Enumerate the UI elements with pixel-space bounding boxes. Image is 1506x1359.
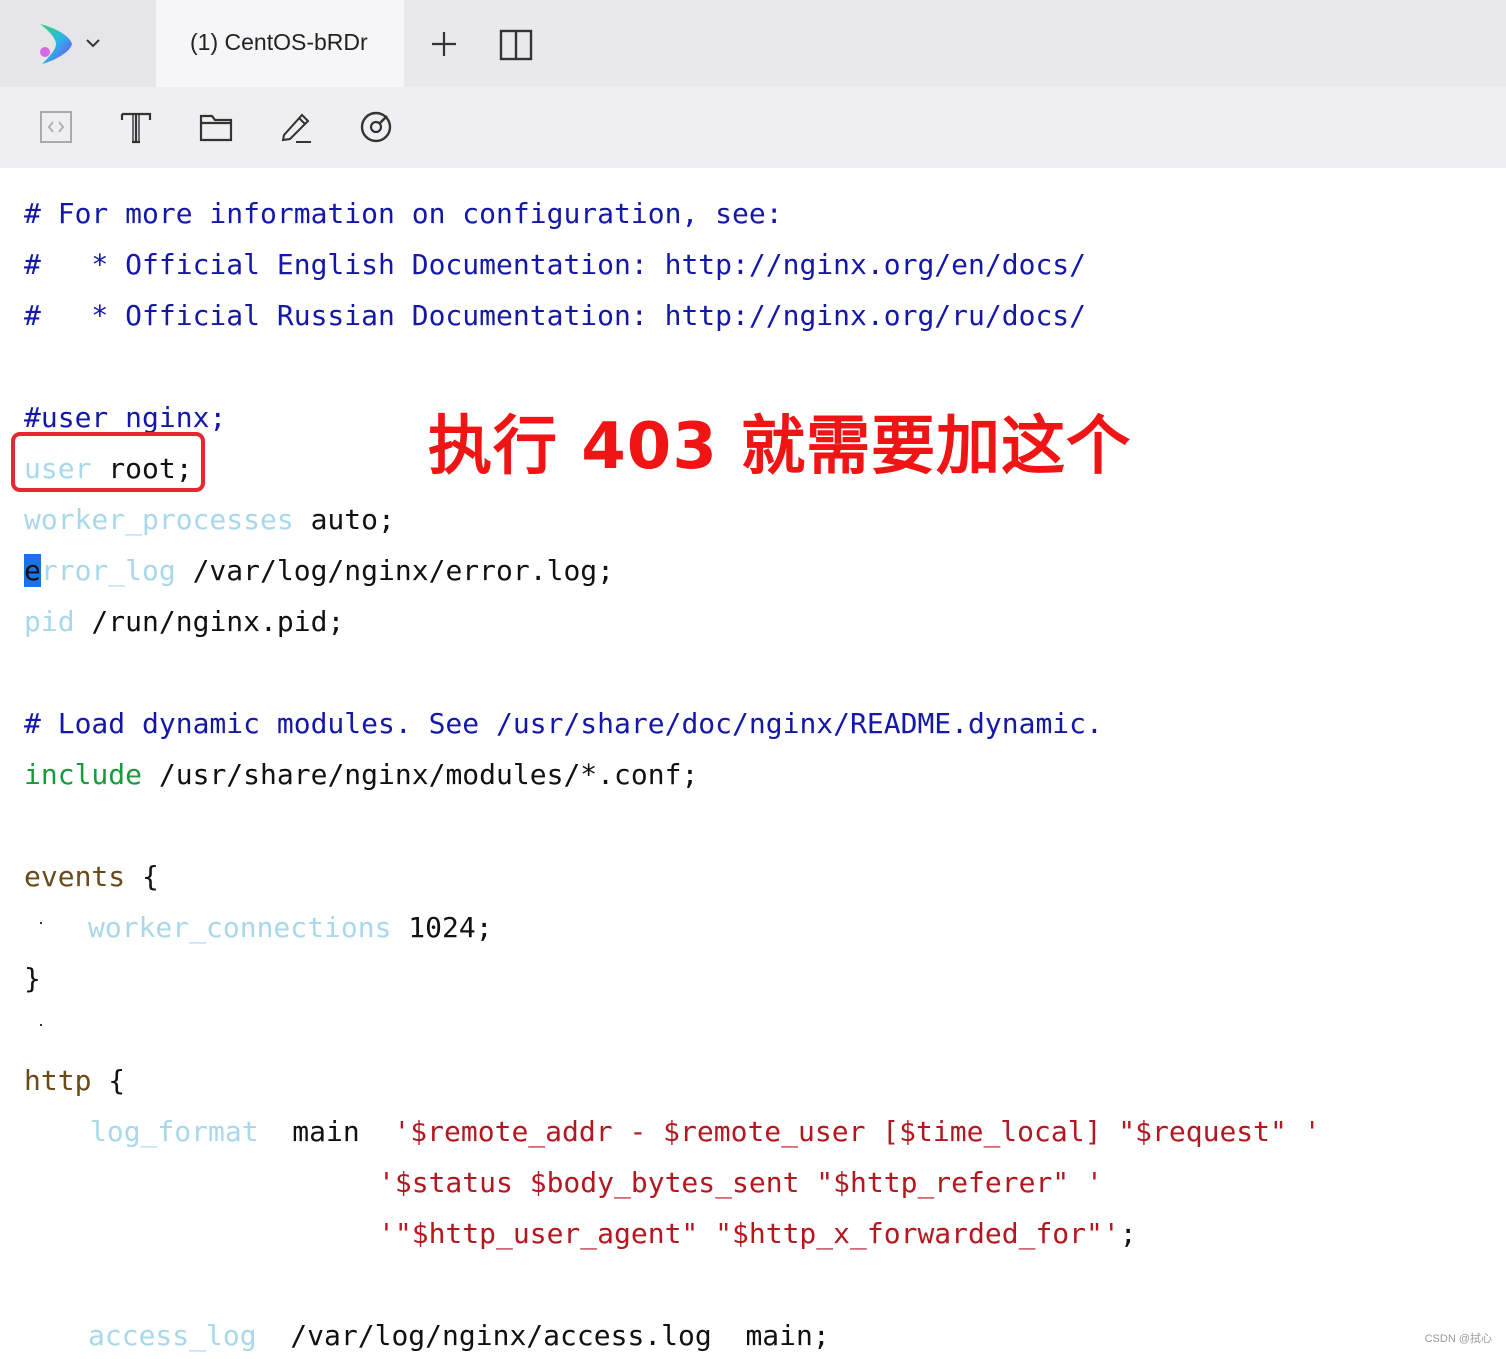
split-view-icon[interactable] [498, 28, 534, 62]
chevron-down-icon [86, 39, 100, 48]
folder-icon[interactable] [198, 109, 234, 145]
whitespace-marker [40, 922, 42, 924]
code-icon[interactable] [38, 109, 74, 145]
value-token: /var/log/nginx/access.log main; [256, 1319, 830, 1352]
annotation-text: 执行 403 就需要加这个 [428, 410, 1132, 484]
code-line: # * Official Russian Documentation: http… [24, 299, 1087, 332]
code-line: worker_processes auto; [24, 497, 395, 543]
directive-token: worker_processes [24, 503, 294, 536]
code-line: # * Official English Documentation: http… [24, 248, 1087, 281]
code-line: log_format main '$remote_addr - $remote_… [90, 1109, 1321, 1155]
value-token: /var/log/nginx/error.log; [175, 554, 615, 587]
app-logo-icon [40, 24, 72, 64]
value-token: main [258, 1115, 394, 1148]
tab-bar: (1) CentOS-bRDr [0, 0, 1506, 87]
text-icon[interactable] [118, 109, 154, 145]
directive-token: pid [24, 605, 75, 638]
value-token: /run/nginx.pid; [74, 605, 345, 638]
app-menu-button[interactable] [0, 0, 156, 87]
code-line: error_log /var/log/nginx/error.log; [24, 548, 614, 594]
code-line: # For more information on configuration,… [24, 197, 783, 230]
value-token: /usr/share/nginx/modules/*.conf; [142, 758, 699, 791]
whitespace-marker [40, 1024, 42, 1026]
keyword-token: include [24, 758, 143, 791]
string-token: '"$http_user_agent" "$http_x_forwarded_f… [378, 1217, 1120, 1250]
tab-centos-session[interactable]: (1) CentOS-bRDr [156, 0, 404, 87]
code-line: pid /run/nginx.pid; [24, 599, 344, 645]
compass-icon[interactable] [358, 109, 394, 145]
toolbar [0, 87, 1506, 168]
string-token: '$remote_addr - $remote_user [$time_loca… [393, 1115, 1321, 1148]
brace-token: { [91, 1064, 126, 1097]
code-line: include /usr/share/nginx/modules/*.conf; [24, 752, 698, 798]
new-tab-plus-icon[interactable] [428, 28, 460, 60]
text-editor[interactable]: # For more information on configuration,… [0, 168, 1506, 1354]
text-cursor: e [24, 554, 41, 587]
code-line: } [24, 962, 41, 995]
value-token: 1024; [391, 911, 493, 944]
code-line: '$status $body_bytes_sent "$http_referer… [378, 1166, 1103, 1199]
tab-label: (1) CentOS-bRDr [190, 29, 368, 55]
edit-icon[interactable] [278, 109, 314, 145]
code-line: '"$http_user_agent" "$http_x_forwarded_f… [378, 1211, 1137, 1257]
code-line: worker_connections 1024; [88, 905, 493, 951]
highlight-box [11, 432, 205, 492]
directive-token: rror_log [40, 554, 176, 587]
directive-token: log_format [90, 1115, 259, 1148]
code-line: events { [24, 854, 159, 900]
value-token: ; [1119, 1217, 1137, 1250]
code-line: # Load dynamic modules. See /usr/share/d… [24, 707, 1103, 740]
code-line: http { [24, 1058, 125, 1104]
directive-token: worker_connections [88, 911, 392, 944]
brace-token: { [125, 860, 159, 893]
code-line: access_log /var/log/nginx/access.log mai… [88, 1313, 830, 1359]
block-token: http [24, 1064, 92, 1097]
value-token: auto; [293, 503, 395, 536]
block-token: events [24, 860, 126, 893]
directive-token: access_log [88, 1319, 257, 1352]
watermark: CSDN @拭心 [1424, 1333, 1492, 1345]
